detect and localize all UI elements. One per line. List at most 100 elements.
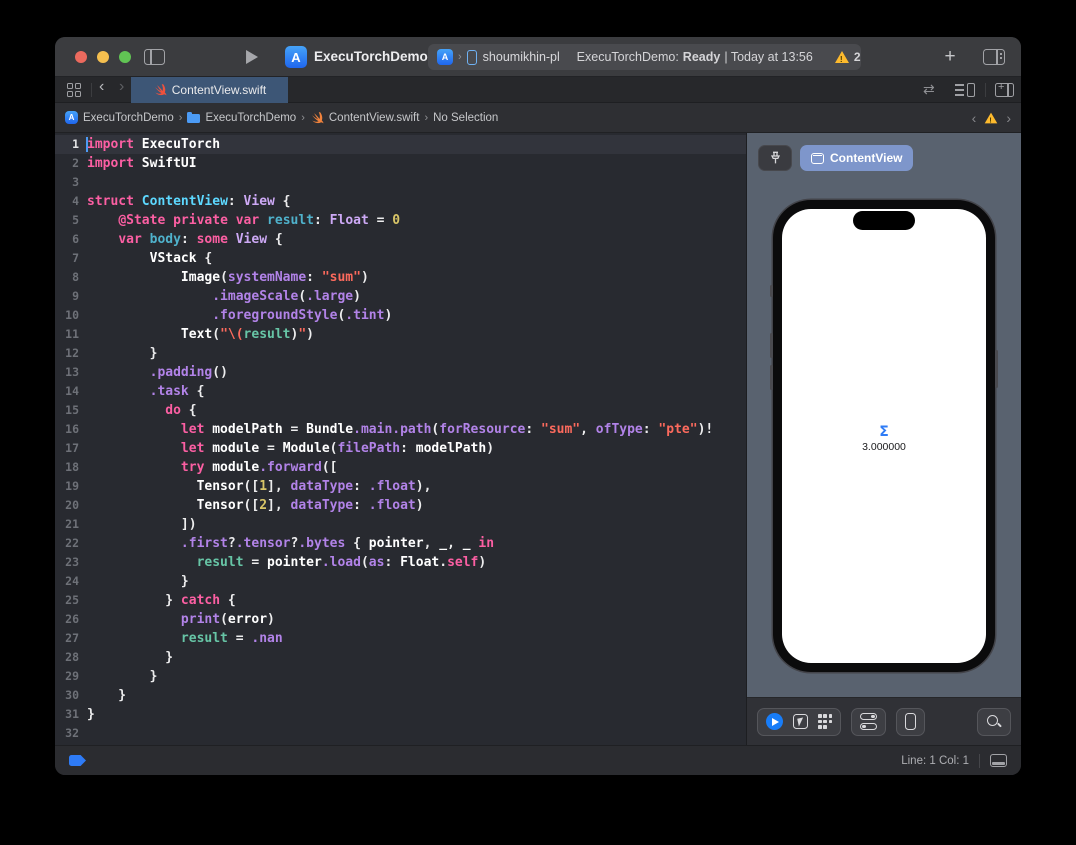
zoom-window-button[interactable]: [119, 51, 131, 63]
line-number[interactable]: 22: [55, 534, 79, 553]
line-number[interactable]: 14: [55, 382, 79, 401]
line-number[interactable]: 32: [55, 724, 79, 743]
code-line[interactable]: 30 }: [55, 686, 746, 705]
next-issue-icon[interactable]: ›: [1006, 110, 1011, 126]
go-forward-icon[interactable]: ›: [119, 78, 124, 96]
line-number[interactable]: 27: [55, 629, 79, 648]
code-line[interactable]: 13 .padding(): [55, 363, 746, 382]
toggle-debug-area-icon[interactable]: [990, 754, 1007, 767]
editor-options-icon[interactable]: [955, 83, 975, 97]
line-number[interactable]: 21: [55, 515, 79, 534]
zoom-button[interactable]: [977, 708, 1011, 736]
code-line[interactable]: 8 Image(systemName: "sum"): [55, 268, 746, 287]
live-preview-button[interactable]: [766, 713, 783, 730]
scheme-app-icon[interactable]: A: [437, 49, 453, 65]
line-number[interactable]: 28: [55, 648, 79, 667]
minimize-window-button[interactable]: [97, 51, 109, 63]
code-line[interactable]: 18 try module.forward([: [55, 458, 746, 477]
swap-editor-icon[interactable]: ⇄: [923, 81, 935, 98]
line-number[interactable]: 29: [55, 667, 79, 686]
line-number[interactable]: 31: [55, 705, 79, 724]
tab-contentview-swift[interactable]: ContentView.swift: [131, 77, 288, 103]
line-number[interactable]: 7: [55, 249, 79, 268]
preview-target-button[interactable]: ContentView: [800, 145, 913, 171]
code-line[interactable]: 20 Tensor([2], dataType: .float): [55, 496, 746, 515]
line-number[interactable]: 10: [55, 306, 79, 325]
line-number[interactable]: 2: [55, 154, 79, 173]
line-number[interactable]: 8: [55, 268, 79, 287]
code-line[interactable]: 9 .imageScale(.large): [55, 287, 746, 306]
line-number[interactable]: 16: [55, 420, 79, 439]
previous-issue-icon[interactable]: ‹: [972, 110, 977, 126]
code-line[interactable]: 3: [55, 173, 746, 192]
code-line[interactable]: 19 Tensor([1], dataType: .float),: [55, 477, 746, 496]
breakpoints-toggle-icon[interactable]: [69, 755, 86, 766]
line-number[interactable]: 11: [55, 325, 79, 344]
line-number[interactable]: 15: [55, 401, 79, 420]
code-line[interactable]: 25 } catch {: [55, 591, 746, 610]
add-editor-icon[interactable]: [995, 83, 1014, 97]
library-add-button[interactable]: +: [939, 46, 961, 68]
issues-badge[interactable]: 2: [835, 50, 861, 64]
line-number[interactable]: 23: [55, 553, 79, 572]
code-line[interactable]: 16 let modelPath = Bundle.main.path(forR…: [55, 420, 746, 439]
code-line[interactable]: 7 VStack {: [55, 249, 746, 268]
toggle-inspector-icon[interactable]: [983, 49, 1005, 65]
scheme-activity-pill[interactable]: A › shoumikhin-pl ExecuTorchDemo: Ready …: [428, 44, 861, 70]
code-line[interactable]: 29 }: [55, 667, 746, 686]
pin-preview-button[interactable]: [758, 145, 792, 171]
breadcrumb-project[interactable]: A ExecuTorchDemo: [65, 111, 174, 124]
line-number[interactable]: 4: [55, 192, 79, 211]
line-number[interactable]: 25: [55, 591, 79, 610]
line-number[interactable]: 13: [55, 363, 79, 382]
code-line[interactable]: 4struct ContentView: View {: [55, 192, 746, 211]
code-line[interactable]: 32: [55, 724, 746, 743]
destination-phone-icon[interactable]: [467, 50, 477, 65]
code-line[interactable]: 24 }: [55, 572, 746, 591]
code-line[interactable]: 14 .task {: [55, 382, 746, 401]
code-line[interactable]: 28 }: [55, 648, 746, 667]
code-line[interactable]: 17 let module = Module(filePath: modelPa…: [55, 439, 746, 458]
device-settings-button[interactable]: [851, 708, 886, 736]
destination-name[interactable]: shoumikhin-pl: [483, 50, 569, 64]
line-number[interactable]: 19: [55, 477, 79, 496]
line-number[interactable]: 1: [55, 135, 79, 154]
code-editor[interactable]: 1import ExecuTorch2import SwiftUI34struc…: [55, 133, 746, 745]
code-line[interactable]: 23 result = pointer.load(as: Float.self): [55, 553, 746, 572]
code-line[interactable]: 12 }: [55, 344, 746, 363]
go-back-icon[interactable]: ‹: [99, 78, 104, 96]
device-button[interactable]: [896, 708, 925, 736]
code-line[interactable]: 26 print(error): [55, 610, 746, 629]
breadcrumb-file[interactable]: ContentView.swift: [310, 111, 420, 125]
variants-mode-icon[interactable]: [818, 714, 832, 728]
selectable-mode-icon[interactable]: [793, 714, 808, 729]
code-line[interactable]: 31}: [55, 705, 746, 724]
close-window-button[interactable]: [75, 51, 87, 63]
line-number[interactable]: 9: [55, 287, 79, 306]
code-line[interactable]: 5 @State private var result: Float = 0: [55, 211, 746, 230]
code-line[interactable]: 15 do {: [55, 401, 746, 420]
code-line[interactable]: 6 var body: some View {: [55, 230, 746, 249]
breadcrumb-selection[interactable]: No Selection: [433, 112, 498, 124]
code-line[interactable]: 11 Text("\(result)"): [55, 325, 746, 344]
line-number[interactable]: 26: [55, 610, 79, 629]
line-number[interactable]: 18: [55, 458, 79, 477]
toggle-navigator-icon[interactable]: [144, 49, 165, 65]
code-line[interactable]: 10 .foregroundStyle(.tint): [55, 306, 746, 325]
code-line[interactable]: 1import ExecuTorch: [55, 135, 746, 154]
line-number[interactable]: 20: [55, 496, 79, 515]
line-number[interactable]: 5: [55, 211, 79, 230]
line-number[interactable]: 3: [55, 173, 79, 192]
code-line[interactable]: 21 ]): [55, 515, 746, 534]
line-number[interactable]: 12: [55, 344, 79, 363]
breadcrumb-group[interactable]: ExecuTorchDemo: [187, 112, 296, 124]
line-number[interactable]: 24: [55, 572, 79, 591]
line-number[interactable]: 17: [55, 439, 79, 458]
run-button[interactable]: [245, 50, 258, 64]
preview-screen[interactable]: Σ 3.000000: [782, 209, 986, 663]
related-items-icon[interactable]: [67, 83, 81, 97]
issue-warning-icon[interactable]: [985, 112, 998, 123]
line-number[interactable]: 30: [55, 686, 79, 705]
code-line[interactable]: 2import SwiftUI: [55, 154, 746, 173]
line-number[interactable]: 6: [55, 230, 79, 249]
